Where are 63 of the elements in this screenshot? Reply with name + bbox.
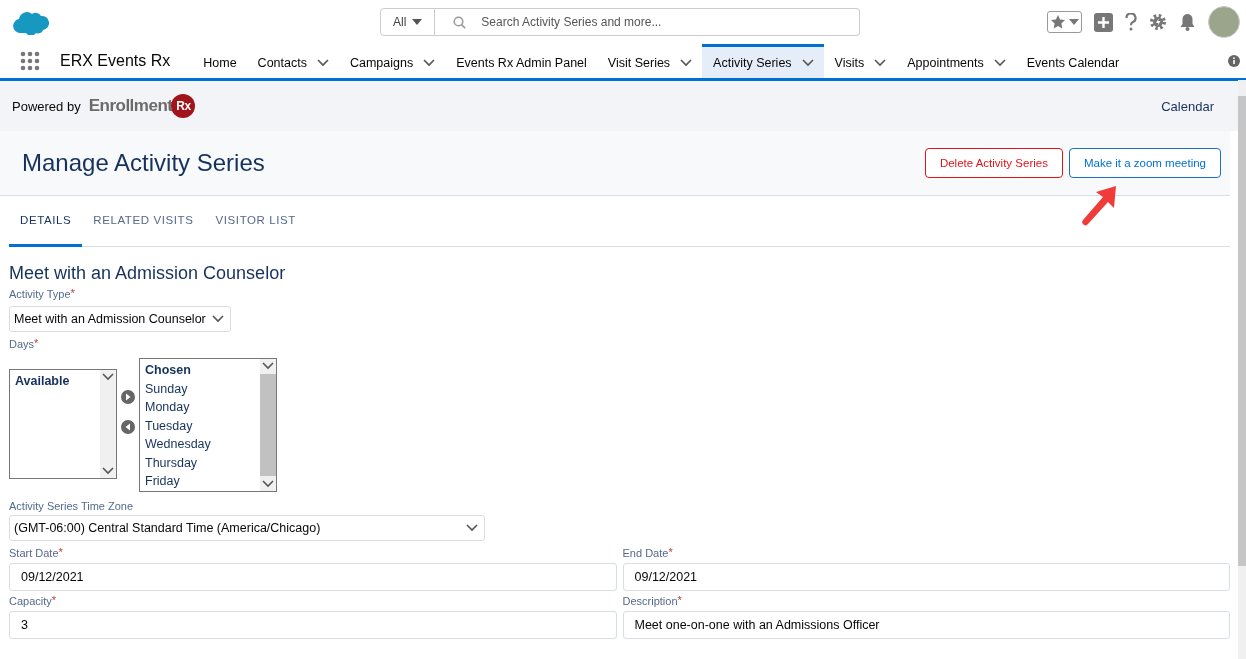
nav-tab[interactable]: Appointments	[896, 44, 1016, 78]
plus-icon[interactable]	[1094, 12, 1113, 32]
delete-button[interactable]: Delete Activity Series	[924, 148, 1063, 178]
powered-by-label: Powered by	[12, 98, 81, 114]
time-zone-dropdown[interactable]: (GMT-06:00) Central Standard Time (America/Chicago)	[9, 515, 485, 541]
listbox-option[interactable]: Thursday	[141, 453, 259, 472]
bell-icon[interactable]	[1179, 13, 1196, 31]
avatar[interactable]	[1208, 6, 1240, 38]
page-title: Manage Activity Series	[22, 149, 265, 177]
scroll-down-icon	[262, 480, 274, 488]
listbox-option[interactable]: Sunday	[141, 379, 259, 398]
scrollbar-thumb[interactable]	[260, 374, 276, 476]
listbox-option[interactable]: Tuesday	[141, 416, 259, 435]
nav-tab[interactable]: Visit Series	[596, 44, 703, 78]
chosen-listbox[interactable]: Chosen Sunday Monday Tuesday Wednesday Thursday Friday	[139, 358, 277, 492]
tab[interactable]: DETAILS	[9, 196, 83, 247]
nav-tab[interactable]: Contacts	[246, 44, 339, 78]
caret-icon	[412, 19, 423, 25]
settings-icon[interactable]	[1149, 13, 1167, 31]
listbox-option[interactable]: Wednesday	[141, 435, 259, 454]
section-heading: Meet with an Admission Counselor	[9, 263, 287, 284]
scroll-down-icon	[102, 467, 114, 475]
cloud-logo-icon	[12, 9, 50, 35]
search-field[interactable]: Search Activity Series and more...	[435, 8, 860, 36]
nav-tab[interactable]: Home	[192, 44, 247, 78]
available-listbox[interactable]: Available	[9, 369, 117, 479]
nav-tab[interactable]: Campaigns	[338, 44, 446, 78]
calendar-link[interactable]: Calendar	[1161, 98, 1214, 114]
chevron-down-icon	[211, 315, 224, 323]
info-icon[interactable]	[1228, 55, 1240, 67]
help-icon[interactable]	[1125, 13, 1137, 31]
nav-tab[interactable]: Events Rx Admin Panel	[445, 44, 597, 78]
app-launcher-icon[interactable]	[20, 51, 40, 71]
field-label: Activity Series Time Zone	[9, 500, 135, 512]
tab[interactable]: RELATED VISITS	[82, 196, 205, 247]
scroll-up-icon	[262, 362, 274, 370]
scroll-up-icon	[102, 373, 114, 381]
move-right-icon[interactable]	[121, 390, 135, 404]
scrollbar-thumb[interactable]	[1238, 96, 1246, 566]
nav-tab[interactable]: Visits	[823, 44, 897, 78]
app-name: ERX Events Rx	[60, 51, 171, 71]
listbox-option[interactable]: Friday	[141, 472, 259, 491]
nav-tab[interactable]: Events Calendar	[1015, 44, 1130, 78]
search-scope-dropdown[interactable]: All	[380, 8, 436, 36]
listbox-heading: Chosen	[144, 362, 192, 379]
chevron-down-icon	[466, 524, 478, 532]
listbox-option[interactable]: Monday	[141, 398, 259, 417]
favorites-button[interactable]	[1047, 11, 1082, 33]
caret-icon	[1069, 19, 1079, 25]
activity-type-dropdown[interactable]: Meet with an Admission Counselor	[9, 306, 231, 332]
text-field[interactable]: 3	[9, 611, 617, 639]
listbox-heading: Available	[14, 373, 71, 390]
text-field[interactable]: 09/12/2021	[9, 563, 617, 591]
search-icon	[453, 16, 467, 29]
pointer-arrow-icon	[1080, 186, 1118, 228]
star-icon	[1050, 14, 1066, 30]
text-field[interactable]: 09/12/2021	[622, 563, 1230, 591]
move-left-icon[interactable]	[121, 420, 135, 434]
tab[interactable]: VISITOR LIST	[204, 196, 307, 247]
nav-tab[interactable]: Activity Series	[702, 44, 824, 78]
action-button[interactable]: Make it a zoom meeting	[1068, 148, 1221, 178]
enrollment-rx-logo: Enrollment Rx	[88, 94, 196, 118]
text-field[interactable]: Meet one-on-one with an Admissions Officer	[622, 611, 1230, 639]
